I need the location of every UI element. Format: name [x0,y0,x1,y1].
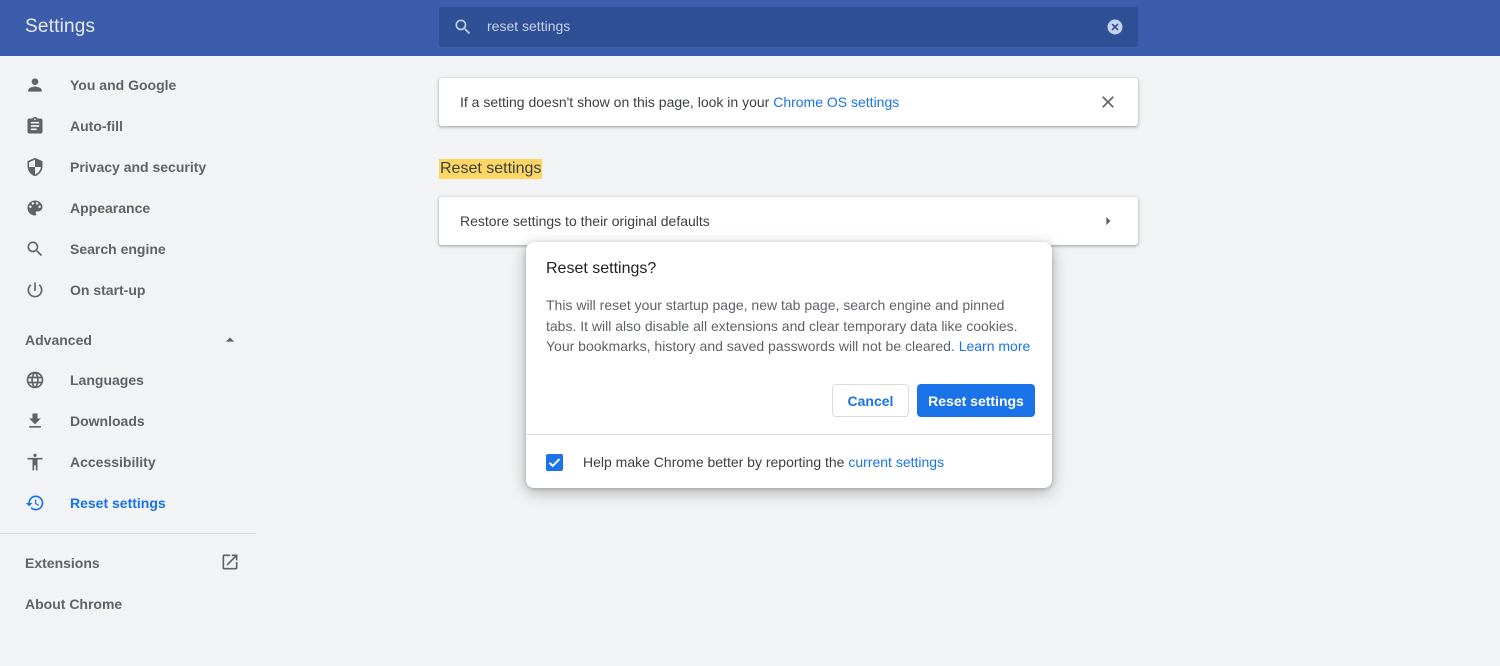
palette-icon [27,200,43,216]
learn-more-link[interactable]: Learn more [959,338,1031,354]
sidebar-divider [0,533,256,534]
clipboard-icon [27,116,43,134]
report-settings-label: Help make Chrome better by reporting the [583,454,845,470]
search-icon[interactable] [453,17,473,37]
reset-settings-button[interactable]: Reset settings [917,384,1035,417]
sidebar-item-label: Privacy and security [70,159,207,175]
sidebar-item-label: On start-up [70,282,146,298]
download-icon [29,413,41,428]
sidebar-item-auto-fill[interactable]: Auto-fill [0,106,256,146]
shield-icon [27,157,43,177]
sidebar-item-downloads[interactable]: Downloads [0,401,256,441]
person-icon [28,78,42,92]
open-in-new-icon[interactable] [220,552,240,572]
section-title: Reset settings [439,159,543,179]
current-settings-link[interactable]: current settings [848,454,944,470]
restore-defaults-label: Restore settings to their original defau… [460,213,710,229]
chevron-up-icon[interactable] [220,330,240,350]
dialog-footer: Help make Chrome better by reporting the… [526,434,1052,489]
info-card: If a setting doesn't show on this page, … [439,78,1138,126]
reset-settings-dialog: Reset settings? This will reset your sta… [526,242,1052,488]
sidebar-item-appearance[interactable]: Appearance [0,188,256,228]
sidebar: You and Google Auto-fill Privacy and sec… [0,56,256,666]
sidebar-item-label: Search engine [70,241,166,257]
info-text: If a setting doesn't show on this page, … [460,94,899,110]
sidebar-item-label: You and Google [70,77,177,93]
app-title: Settings [25,16,96,37]
sidebar-item-label: Accessibility [70,454,156,470]
close-icon[interactable] [1098,92,1118,112]
search-icon [27,241,43,257]
sidebar-item-about-chrome[interactable]: About Chrome [25,596,122,612]
search-input[interactable] [487,18,1047,34]
sidebar-item-label: Reset settings [70,495,166,511]
restore-icon [25,495,44,511]
accessibility-icon [27,453,43,471]
clear-search-icon[interactable] [1105,17,1125,37]
info-text-label: If a setting doesn't show on this page, … [460,94,770,110]
sidebar-item-label: Appearance [70,200,151,216]
sidebar-item-label: Downloads [70,413,145,429]
cancel-button[interactable]: Cancel [832,384,909,417]
power-icon [27,282,43,298]
chrome-os-settings-link[interactable]: Chrome OS settings [773,94,899,110]
dialog-title: Reset settings? [546,260,657,277]
sidebar-item-privacy-and-security[interactable]: Privacy and security [0,147,256,187]
dialog-body-text: This will reset your startup page, new t… [546,297,1018,355]
sidebar-item-on-start-up[interactable]: On start-up [0,270,256,310]
sidebar-item-you-and-google[interactable]: You and Google [0,65,256,105]
sidebar-item-search-engine[interactable]: Search engine [0,229,256,269]
sidebar-item-accessibility[interactable]: Accessibility [0,442,256,482]
dialog-body: This will reset your startup page, new t… [546,295,1032,357]
checkmark-icon [548,458,561,468]
sidebar-item-label: Auto-fill [70,118,123,134]
report-settings-checkbox[interactable] [546,454,563,471]
search-box[interactable] [439,7,1138,47]
sidebar-item-languages[interactable]: Languages [0,360,256,400]
report-settings-text: Help make Chrome better by reporting the… [583,454,944,470]
arrow-right-icon [1106,216,1111,226]
globe-icon [26,371,44,389]
sidebar-item-reset-settings[interactable]: Reset settings [0,483,256,523]
sidebar-item-extensions[interactable]: Extensions [25,555,100,571]
restore-defaults-row[interactable]: Restore settings to their original defau… [439,197,1138,245]
sidebar-item-label: Languages [70,372,144,388]
advanced-section-toggle[interactable]: Advanced [25,332,92,348]
top-bar: Settings [0,0,1500,56]
